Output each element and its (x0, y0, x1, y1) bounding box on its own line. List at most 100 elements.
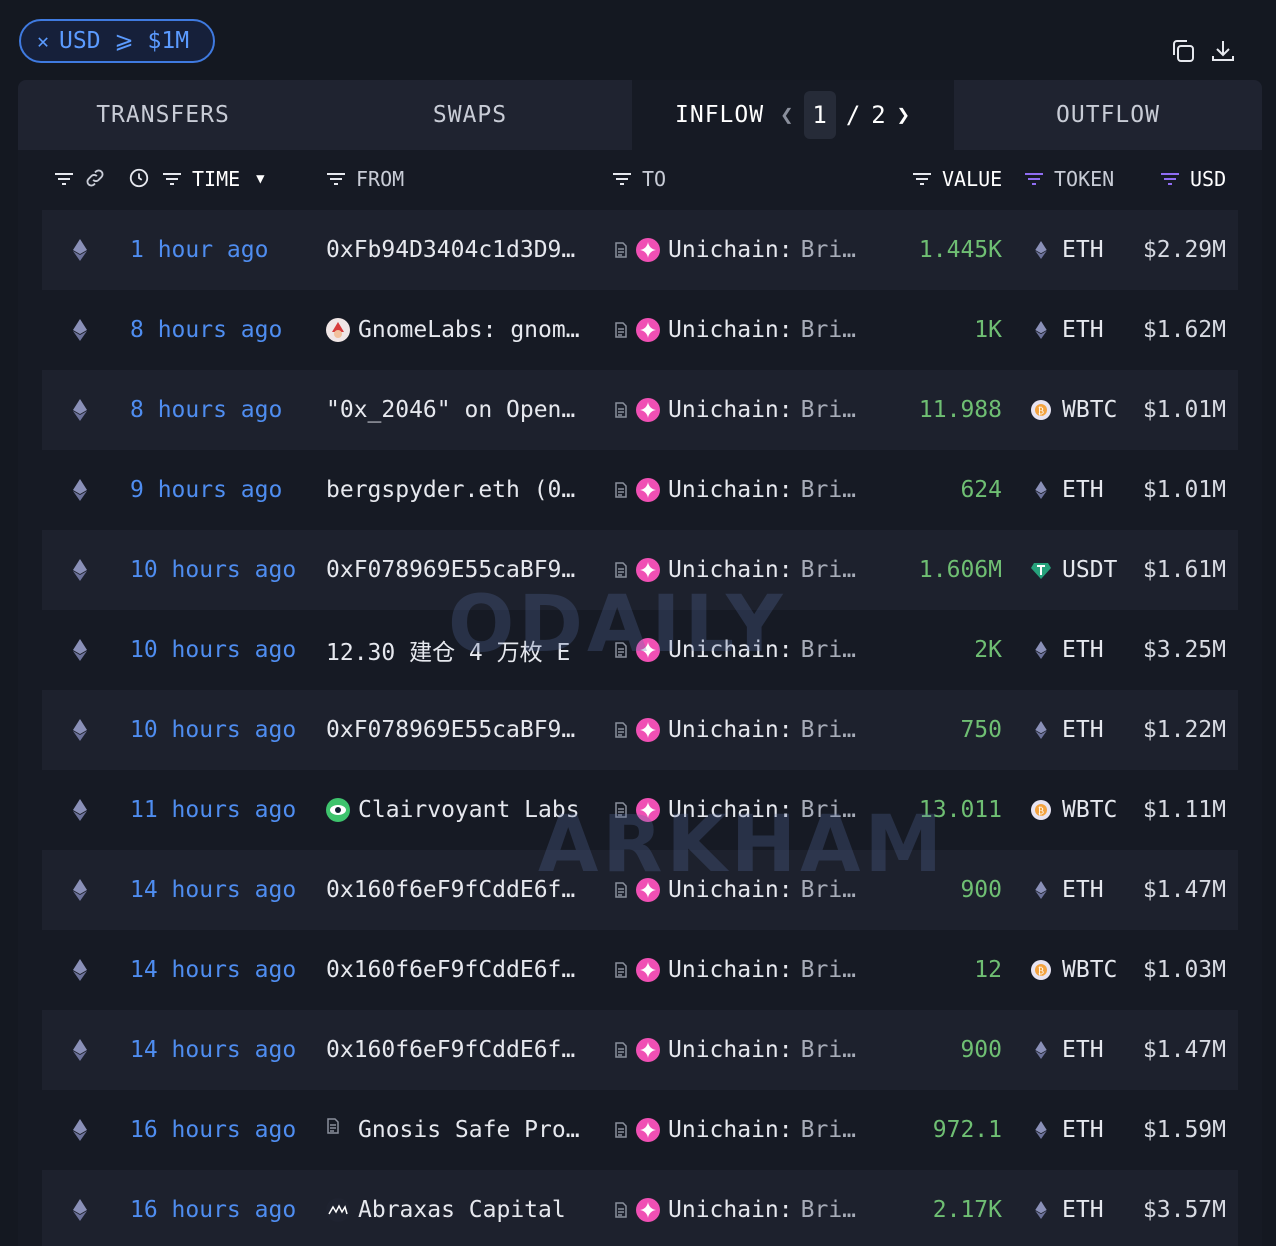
from-address[interactable]: Gnosis Safe Pro… (326, 1090, 588, 1170)
tab-outflow[interactable]: OUTFLOW (954, 80, 1262, 150)
eth-token-icon (1030, 319, 1052, 341)
to-address[interactable]: Unichain: Bri… (614, 1090, 876, 1170)
to-address[interactable]: Unichain: Bri… (614, 610, 876, 690)
table-row[interactable]: 16 hours ago Gnosis Safe Pro… Unichain: … (42, 1090, 1238, 1170)
from-address[interactable]: GnomeLabs: gnom… (326, 290, 588, 370)
from-address[interactable]: 12.30 建仓 4 万枚 E (326, 610, 588, 690)
token-cell[interactable]: ETH (1030, 1090, 1104, 1170)
filter-icon[interactable] (610, 167, 634, 191)
time-link[interactable]: 14 hours ago (130, 1010, 296, 1090)
usd-value: $1.59M (1142, 1117, 1226, 1143)
time-link[interactable]: 10 hours ago (130, 690, 296, 770)
caret-down-icon[interactable]: ▼ (256, 171, 264, 187)
unichain-icon (636, 238, 660, 262)
token-header[interactable]: TOKEN (1022, 167, 1114, 191)
table-row[interactable]: 8 hours ago "0x_2046" on Open… Unichain:… (42, 370, 1238, 450)
from-address[interactable]: 0xFb94D3404c1d3D9… (326, 210, 588, 290)
usd-header[interactable]: USD (1158, 167, 1226, 191)
token-cell[interactable]: ETH (1030, 1170, 1104, 1246)
token-cell[interactable]: ₿ WBTC (1030, 370, 1117, 450)
table-row[interactable]: 1 hour ago 0xFb94D3404c1d3D9… Unichain: … (42, 210, 1238, 290)
time-link[interactable]: 9 hours ago (130, 450, 282, 530)
filter-icon[interactable] (324, 167, 348, 191)
token-cell[interactable]: ETH (1030, 610, 1104, 690)
from-address[interactable]: bergspyder.eth (0… (326, 450, 588, 530)
tab-inflow[interactable]: INFLOW ❮ 1 / 2 ❯ (632, 80, 954, 150)
table-row[interactable]: 10 hours ago 0xF078969E55caBF9… Unichain… (42, 690, 1238, 770)
time-link[interactable]: 14 hours ago (130, 850, 296, 930)
time-link[interactable]: 16 hours ago (130, 1170, 296, 1246)
from-address[interactable]: "0x_2046" on Open… (326, 370, 588, 450)
filter-active-icon[interactable] (1022, 167, 1046, 191)
table-row[interactable]: 14 hours ago 0x160f6eF9fCddE6f… Unichain… (42, 850, 1238, 930)
table-row[interactable]: 14 hours ago 0x160f6eF9fCddE6f… Unichain… (42, 930, 1238, 1010)
from-header[interactable]: FROM (324, 167, 404, 191)
to-address[interactable]: Unichain: Bri… (614, 530, 876, 610)
table-row[interactable]: 8 hours ago GnomeLabs: gnom… Unichain: B… (42, 290, 1238, 370)
token-cell[interactable]: ETH (1030, 210, 1104, 290)
to-entity-name: Unichain: (668, 1037, 793, 1063)
value-header-label: VALUE (942, 167, 1003, 191)
time-link[interactable]: 8 hours ago (130, 370, 282, 450)
tab-transfers[interactable]: TRANSFERS (18, 80, 308, 150)
page-current[interactable]: 1 (804, 91, 836, 139)
from-address[interactable]: 0xF078969E55caBF9… (326, 530, 588, 610)
clock-icon[interactable] (128, 167, 152, 191)
chevron-left-icon[interactable]: ❮ (780, 103, 794, 128)
to-address[interactable]: Unichain: Bri… (614, 690, 876, 770)
chain-filter-header[interactable] (52, 167, 108, 191)
time-link[interactable]: 10 hours ago (130, 610, 296, 690)
to-address[interactable]: Unichain: Bri… (614, 290, 876, 370)
table-row[interactable]: 10 hours ago 12.30 建仓 4 万枚 E Unichain: B… (42, 610, 1238, 690)
from-address[interactable]: 0x160f6eF9fCddE6f… (326, 930, 588, 1010)
to-header[interactable]: TO (610, 167, 666, 191)
token-cell[interactable]: ETH (1030, 1010, 1104, 1090)
to-address[interactable]: Unichain: Bri… (614, 1010, 876, 1090)
close-icon[interactable]: ✕ (37, 29, 49, 53)
from-address[interactable]: 0x160f6eF9fCddE6f… (326, 1010, 588, 1090)
to-address[interactable]: Unichain: Bri… (614, 450, 876, 530)
token-cell[interactable]: ETH (1030, 290, 1104, 370)
time-link[interactable]: 1 hour ago (130, 210, 268, 290)
time-link[interactable]: 14 hours ago (130, 930, 296, 1010)
table-row[interactable]: 9 hours ago bergspyder.eth (0… Unichain:… (42, 450, 1238, 530)
from-address[interactable]: Abraxas Capital (326, 1170, 588, 1246)
table-row[interactable]: 11 hours ago Clairvoyant Labs Unichain: … (42, 770, 1238, 850)
time-link[interactable]: 8 hours ago (130, 290, 282, 370)
time-header[interactable]: TIME ▼ (128, 167, 265, 191)
token-cell[interactable]: USDT (1030, 530, 1117, 610)
filter-icon[interactable] (160, 167, 184, 191)
tab-swaps[interactable]: SWAPS (308, 80, 632, 150)
filter-icon[interactable] (52, 167, 76, 191)
usd-filter-chip[interactable]: ✕ USD ⩾ $1M (19, 19, 215, 63)
from-address[interactable]: 0x160f6eF9fCddE6f… (326, 850, 588, 930)
token-cell[interactable]: ETH (1030, 690, 1104, 770)
from-address[interactable]: 0xF078969E55caBF9… (326, 690, 588, 770)
time-link[interactable]: 11 hours ago (130, 770, 296, 850)
from-address-text: 0x160f6eF9fCddE6f… (326, 1037, 576, 1063)
filter-icon[interactable] (910, 167, 934, 191)
download-icon[interactable] (1210, 38, 1236, 64)
table-row[interactable]: 14 hours ago 0x160f6eF9fCddE6f… Unichain… (42, 1010, 1238, 1090)
copy-icon[interactable] (1170, 38, 1196, 64)
to-address[interactable]: Unichain: Bri… (614, 930, 876, 1010)
filter-active-icon[interactable] (1158, 167, 1182, 191)
eth-token-icon (1030, 639, 1052, 661)
to-address[interactable]: Unichain: Bri… (614, 1170, 876, 1246)
time-link[interactable]: 16 hours ago (130, 1090, 296, 1170)
token-cell[interactable]: ₿ WBTC (1030, 770, 1117, 850)
to-address[interactable]: Unichain: Bri… (614, 210, 876, 290)
time-link[interactable]: 10 hours ago (130, 530, 296, 610)
chevron-right-icon[interactable]: ❯ (897, 103, 911, 128)
table-row[interactable]: 10 hours ago 0xF078969E55caBF9… Unichain… (42, 530, 1238, 610)
to-address[interactable]: Unichain: Bri… (614, 850, 876, 930)
from-address[interactable]: Clairvoyant Labs (326, 770, 588, 850)
table-row[interactable]: 16 hours ago Abraxas Capital Unichain: B… (42, 1170, 1238, 1246)
value-header[interactable]: VALUE (910, 167, 1002, 191)
to-address[interactable]: Unichain: Bri… (614, 370, 876, 450)
token-cell[interactable]: ETH (1030, 450, 1104, 530)
to-address[interactable]: Unichain: Bri… (614, 770, 876, 850)
token-cell[interactable]: ETH (1030, 850, 1104, 930)
link-icon[interactable] (84, 167, 108, 191)
token-cell[interactable]: ₿ WBTC (1030, 930, 1117, 1010)
